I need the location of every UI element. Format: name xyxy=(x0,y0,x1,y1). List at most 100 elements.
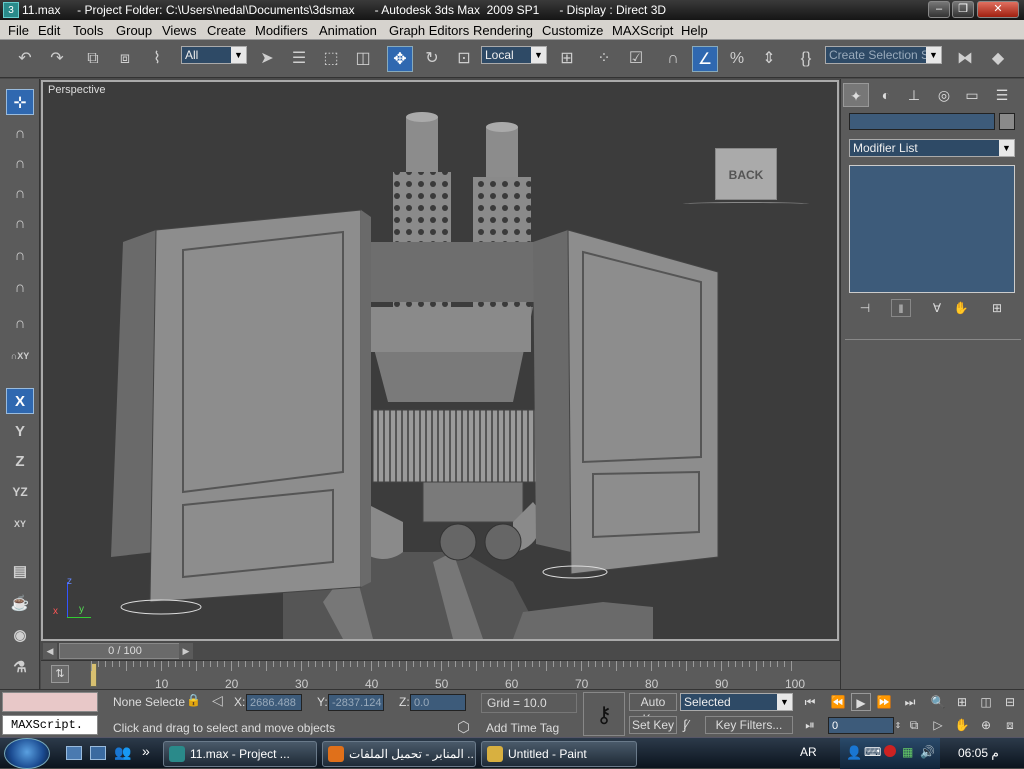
teapot-icon[interactable]: ☕ xyxy=(6,591,34,617)
time-slider[interactable]: ◀ 0 / 100 ▶ xyxy=(41,642,839,660)
task-browser[interactable]: المنابر - تحميل الملفات ... xyxy=(322,741,476,767)
zoom-icon[interactable]: 🔍 xyxy=(928,693,948,711)
unlink-icon[interactable]: ⧈ xyxy=(112,46,138,72)
current-frame-field[interactable]: 0 xyxy=(828,717,894,734)
key-mode-dropdown[interactable]: Selected ▼ xyxy=(680,693,793,711)
make-unique-icon[interactable]: ∀ xyxy=(927,299,947,317)
messenger-icon[interactable]: 👥 xyxy=(114,744,131,761)
select-and-scale-icon[interactable]: ⊡ xyxy=(451,46,477,72)
snap-tool-icon[interactable]: ∩ xyxy=(6,121,34,147)
percent-snap-icon[interactable]: % xyxy=(724,46,750,72)
material-sphere-icon[interactable]: ◉ xyxy=(6,623,34,649)
frame-spinner-icon[interactable]: ⇕ xyxy=(893,717,903,735)
keyboard-shortcut-override-icon[interactable]: ☑ xyxy=(623,46,649,72)
minimize-button[interactable]: – xyxy=(928,1,950,18)
user-tray-icon[interactable]: 👤 xyxy=(846,745,862,761)
show-end-result-icon[interactable]: ‖ xyxy=(891,299,911,317)
modify-tab-icon[interactable]: ◐ xyxy=(873,83,899,107)
task-3dsmax[interactable]: 11.max - Project ... xyxy=(163,741,317,767)
task-paint[interactable]: Untitled - Paint xyxy=(481,741,637,767)
menu-modifiers[interactable]: Modifiers xyxy=(255,23,308,38)
perspective-viewport[interactable]: Perspective BACK z x y xyxy=(41,80,839,641)
menu-animation[interactable]: Animation xyxy=(319,23,377,38)
menu-customize[interactable]: Customize xyxy=(542,23,603,38)
layers-icon[interactable]: ▤ xyxy=(6,559,34,585)
menu-tools[interactable]: Tools xyxy=(73,23,103,38)
link-icon[interactable]: ⧉ xyxy=(80,46,106,72)
remove-modifier-icon[interactable]: ✋ xyxy=(951,299,971,317)
object-name-field[interactable] xyxy=(849,113,995,130)
maximize-viewport-icon[interactable]: ⧈ xyxy=(1000,716,1020,734)
bind-space-warp-icon[interactable]: ⌇ xyxy=(144,46,170,72)
modifier-stack[interactable] xyxy=(849,165,1015,293)
modifier-list-dropdown[interactable]: Modifier List ▼ xyxy=(849,139,1015,157)
angle-snap-icon[interactable]: ∠ xyxy=(692,46,718,72)
select-object-icon[interactable]: ➤ xyxy=(254,46,280,72)
antivirus-tray-icon[interactable] xyxy=(884,745,896,757)
menu-create[interactable]: Create xyxy=(207,23,246,38)
show-desktop-icon[interactable] xyxy=(66,746,82,760)
select-by-name-icon[interactable]: ☰ xyxy=(286,46,312,72)
restrict-to-xy-button[interactable]: XY xyxy=(6,511,34,537)
volume-tray-icon[interactable]: 🔊 xyxy=(920,745,935,759)
time-slider-prev-icon[interactable]: ◀ xyxy=(43,643,57,659)
time-slider-thumb[interactable]: 0 / 100 xyxy=(59,643,191,659)
keyboard-tray-icon[interactable]: ⌨ xyxy=(864,745,881,759)
go-to-start-icon[interactable]: ⏮ xyxy=(800,693,820,711)
configure-modifier-sets-icon[interactable]: ⊞ xyxy=(987,299,1007,317)
menu-group[interactable]: Group xyxy=(116,23,152,38)
menu-edit[interactable]: Edit xyxy=(38,23,60,38)
close-button[interactable]: ✕ xyxy=(977,1,1019,18)
zoom-extents-icon[interactable]: ◫ xyxy=(976,693,996,711)
snap-endpoint-icon[interactable]: ∩ xyxy=(6,151,34,177)
hierarchy-tab-icon[interactable]: ⊥ xyxy=(901,83,927,107)
key-mode-toggle-icon[interactable]: ⏯ xyxy=(800,716,820,734)
menu-maxscript[interactable]: MAXScript xyxy=(612,23,673,38)
menu-file[interactable]: File xyxy=(8,23,29,38)
select-and-move-icon[interactable]: ✥ xyxy=(387,46,413,72)
undo-icon[interactable]: ↶ xyxy=(12,46,38,72)
next-frame-icon[interactable]: ⏩ xyxy=(874,693,894,711)
key-filters-button[interactable]: Key Filters... xyxy=(705,716,793,734)
spinner-snap-icon[interactable]: ⇕ xyxy=(756,46,782,72)
z-coord-field[interactable]: 0.0 xyxy=(410,694,466,711)
edit-named-selection-icon[interactable]: {} xyxy=(793,46,819,72)
absolute-mode-icon[interactable]: ◁ xyxy=(212,692,223,709)
menu-views[interactable]: Views xyxy=(162,23,196,38)
zoom-extents-all-icon[interactable]: ⊟ xyxy=(1000,693,1020,711)
quick-launch-chevron-icon[interactable]: » xyxy=(142,743,150,759)
restrict-to-y-button[interactable]: Y xyxy=(6,419,34,445)
rectangular-selection-icon[interactable]: ⬚ xyxy=(318,46,344,72)
clock[interactable]: 06:05 م xyxy=(958,746,999,760)
snap-midpoint-icon[interactable]: ∩ xyxy=(6,181,34,207)
window-crossing-icon[interactable]: ◫ xyxy=(350,46,376,72)
menu-help[interactable]: Help xyxy=(681,23,708,38)
network-tray-icon[interactable]: ▦ xyxy=(902,745,913,759)
auto-key-button[interactable]: Auto Key xyxy=(629,693,677,726)
x-coord-field[interactable]: 2686.488 xyxy=(246,694,302,711)
set-key-button[interactable]: Set Key xyxy=(629,716,677,734)
snaps-toggle-icon[interactable]: ∩ xyxy=(660,46,686,72)
previous-frame-icon[interactable]: ⏪ xyxy=(828,693,848,711)
go-to-end-icon[interactable]: ⏭ xyxy=(900,693,920,711)
start-button[interactable] xyxy=(4,738,50,769)
switch-windows-icon[interactable] xyxy=(90,746,106,760)
pivot-point-icon[interactable]: ⊞ xyxy=(554,46,580,72)
viewcube[interactable]: BACK xyxy=(715,148,777,200)
set-keys-key-icon[interactable]: ⚷ xyxy=(583,692,625,736)
zoom-all-icon[interactable]: ⊞ xyxy=(952,693,972,711)
display-tab-icon[interactable]: ▭ xyxy=(959,83,985,107)
restore-button[interactable]: ❐ xyxy=(952,1,974,18)
manipulate-icon[interactable]: ⁘ xyxy=(591,46,617,72)
orbit-icon[interactable]: ⊕ xyxy=(976,716,996,734)
snap-vertex-icon[interactable]: ∩ xyxy=(6,211,34,237)
menu-rendering[interactable]: Rendering xyxy=(473,23,533,38)
pan-icon[interactable]: ✋ xyxy=(952,716,972,734)
select-and-rotate-icon[interactable]: ↻ xyxy=(419,46,445,72)
default-in-out-tangent-icon[interactable]: ∫∕ xyxy=(683,717,689,732)
maxscript-mini-listener-top[interactable] xyxy=(2,692,98,712)
reference-coordinate-dropdown[interactable]: Local ▼ xyxy=(481,46,547,64)
menu-graph-editors[interactable]: Graph Editors xyxy=(389,23,469,38)
named-selection-sets-dropdown[interactable]: Create Selection Set ▼ xyxy=(825,46,942,64)
snap-xy-icon[interactable]: ∩XY xyxy=(6,343,34,369)
